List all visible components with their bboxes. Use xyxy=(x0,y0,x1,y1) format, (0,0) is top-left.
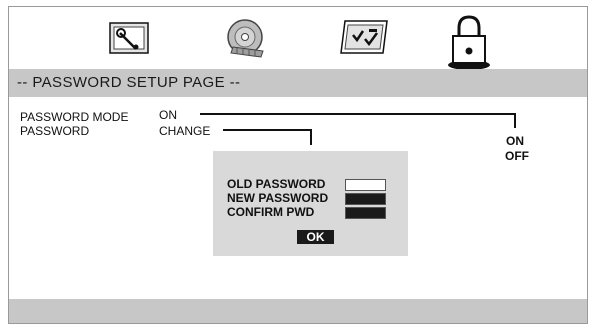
mode-option-on[interactable]: ON xyxy=(506,134,524,148)
page-title: -- PASSWORD SETUP PAGE -- xyxy=(17,74,241,91)
mode-option-off[interactable]: OFF xyxy=(505,149,529,163)
wrench-settings-icon[interactable] xyxy=(108,21,152,55)
mode-connector-drop xyxy=(514,113,516,128)
checklist-icon[interactable] xyxy=(339,19,391,55)
confirm-password-field[interactable] xyxy=(345,207,386,219)
confirm-password-label: CONFIRM PWD xyxy=(227,205,315,219)
padlock-icon[interactable] xyxy=(445,13,493,71)
new-password-field[interactable] xyxy=(345,193,386,205)
password-change-dialog: OLD PASSWORD NEW PASSWORD CONFIRM PWD OK xyxy=(213,151,408,256)
setup-screen: -- PASSWORD SETUP PAGE -- PASSWORD MODE … xyxy=(8,6,588,324)
disc-icon[interactable] xyxy=(223,17,271,59)
password-label: PASSWORD xyxy=(20,124,90,138)
change-connector-line xyxy=(223,129,312,131)
bottom-status-bar xyxy=(9,299,587,323)
password-mode-label: PASSWORD MODE xyxy=(20,110,129,124)
ok-button[interactable]: OK xyxy=(297,230,334,244)
old-password-field[interactable] xyxy=(345,179,386,191)
password-change-value[interactable]: CHANGE xyxy=(159,124,210,138)
change-connector-drop xyxy=(310,129,312,145)
page-title-bar: -- PASSWORD SETUP PAGE -- xyxy=(9,69,587,97)
old-password-label: OLD PASSWORD xyxy=(227,177,326,191)
password-mode-value[interactable]: ON xyxy=(159,108,177,122)
mode-connector-line xyxy=(200,113,516,115)
new-password-label: NEW PASSWORD xyxy=(227,191,329,205)
